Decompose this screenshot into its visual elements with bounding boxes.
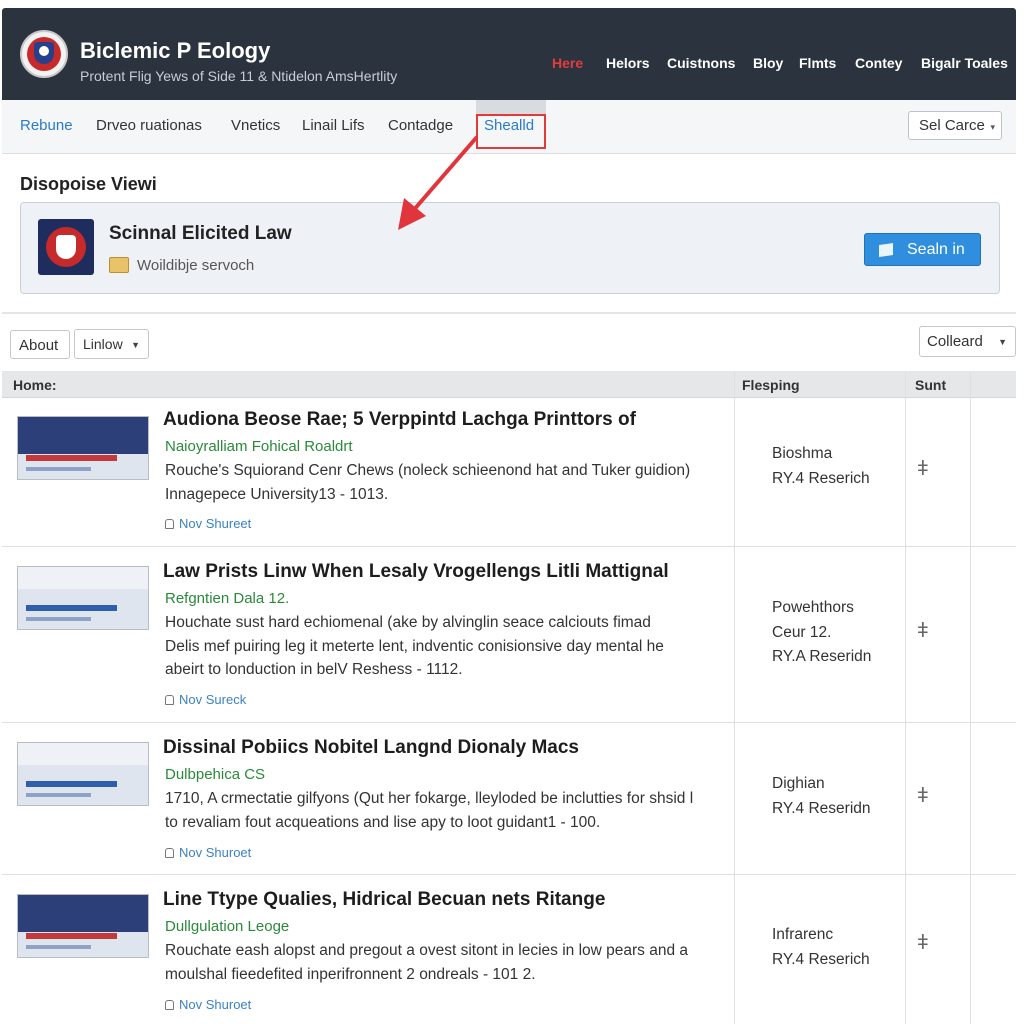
- table-header: Home: Flesping Sunt: [2, 371, 1016, 398]
- emblem-icon: [38, 219, 94, 275]
- user-icon: [165, 848, 174, 858]
- tab-linail-lifs[interactable]: Linail Lifs: [302, 117, 365, 134]
- article-description: 1710, A crmectatie gilfyons (Qut her fok…: [165, 790, 694, 831]
- site-logo[interactable]: [20, 30, 68, 78]
- article-source: Dulbpehica CS: [165, 766, 266, 783]
- pin-icon[interactable]: ǂ: [917, 458, 929, 481]
- article-description: Rouchate eash alopst and pregout a ovest…: [165, 942, 689, 983]
- windows-icon: [879, 243, 893, 257]
- tab-drveo-ruationas[interactable]: Drveo ruationas: [96, 117, 202, 134]
- about-button[interactable]: About: [10, 330, 70, 359]
- tab-rebune[interactable]: Rebune: [20, 117, 73, 134]
- site-subtitle: Protent Flig Yews of Side 11 & Ntidelon …: [80, 68, 398, 84]
- article-title[interactable]: Dissinal Pobiics Nobitel Langnd Dionaly …: [163, 737, 579, 759]
- pin-icon[interactable]: ǂ: [917, 620, 929, 643]
- nav-link-flmts[interactable]: Flmts: [799, 55, 836, 71]
- pin-icon[interactable]: ǂ: [917, 932, 929, 955]
- sign-in-label: Sealn in: [907, 241, 965, 258]
- column-header-sunt[interactable]: Sunt: [915, 377, 946, 393]
- tab-highlight: [476, 100, 546, 114]
- panel-title: Disopoise Viewi: [20, 174, 157, 194]
- colleard-label: Colleard: [927, 333, 983, 350]
- sign-in-button[interactable]: Sealn in: [864, 233, 981, 266]
- colleard-dropdown[interactable]: Colleard ▼: [919, 326, 1016, 357]
- chevron-down-icon: ▼: [998, 337, 1007, 347]
- column-header-flesping[interactable]: Flesping: [742, 377, 800, 393]
- card-title: Scinnal Elicited Law: [109, 223, 292, 244]
- article-author-link[interactable]: Nov Sureck: [165, 692, 246, 707]
- article-author-link[interactable]: Nov Shureet: [165, 516, 251, 531]
- care-select[interactable]: Sel Carce ▾: [908, 111, 1002, 140]
- article-source: Naioyralliam Fohical Roaldrt: [165, 438, 353, 455]
- article-title[interactable]: Law Prists Linw When Lesaly Vrogellengs …: [163, 561, 669, 583]
- column-header-home[interactable]: Home:: [13, 377, 57, 393]
- article-author-link[interactable]: Nov Shuroet: [165, 845, 251, 860]
- article-description: Houchate sust hard echiomenal (ake by al…: [165, 614, 664, 678]
- chevron-down-icon: ▾: [990, 122, 995, 132]
- site-header: Biclemic P Eology Protent Flig Yews of S…: [2, 8, 1016, 100]
- card-subtitle: Woildibje servoch: [137, 257, 255, 274]
- linlow-dropdown[interactable]: Linlow ▼: [74, 329, 149, 359]
- tab-shealld[interactable]: Shealld: [484, 117, 534, 134]
- article-thumbnail[interactable]: [17, 894, 149, 958]
- fleeping-cell: Infrarenc RY.4 Reserich: [772, 926, 870, 968]
- chevron-down-icon: ▼: [131, 340, 140, 350]
- disposable-view-panel: Disopoise Viewi Scinnal Elicited Law Woi…: [2, 154, 1016, 314]
- folder-icon: [109, 257, 129, 273]
- article-source: Dullgulation Leoge: [165, 918, 290, 935]
- site-title: Biclemic P Eology: [80, 38, 271, 63]
- nav-link-helors[interactable]: Helors: [606, 55, 650, 71]
- nav-link-here[interactable]: Here: [552, 55, 583, 71]
- user-icon: [165, 1000, 174, 1010]
- user-icon: [165, 519, 174, 529]
- article-author-link[interactable]: Nov Shuroet: [165, 997, 251, 1012]
- user-icon: [165, 695, 174, 705]
- account-card: Scinnal Elicited Law Woildibje servoch S…: [20, 202, 1000, 294]
- article-source: Refgntien Dala 12.: [165, 590, 290, 607]
- article-title[interactable]: Line Ttype Qualies, Hidrical Becuan nets…: [163, 889, 605, 911]
- article-thumbnail[interactable]: [17, 566, 149, 630]
- article-thumbnail[interactable]: [17, 742, 149, 806]
- tab-bar: Rebune Drveo ruationas Vnetics Linail Li…: [2, 100, 1016, 154]
- tab-vnetics[interactable]: Vnetics: [231, 117, 280, 134]
- tab-contadge[interactable]: Contadge: [388, 117, 453, 134]
- fleeping-cell: Powehthors Ceur 12. RY.A Reseridn: [772, 599, 872, 665]
- linlow-label: Linlow: [83, 336, 123, 352]
- fleeping-cell: Dighian RY.4 Reseridn: [772, 775, 871, 817]
- nav-link-contey[interactable]: Contey: [855, 55, 902, 71]
- fleeping-cell: Bioshma RY.4 Reserich: [772, 445, 870, 487]
- nav-link-bloy[interactable]: Bloy: [753, 55, 783, 71]
- article-description: Rouche's Squiorand Cenr Chews (noleck sc…: [165, 462, 691, 503]
- pin-icon[interactable]: ǂ: [917, 785, 929, 808]
- nav-link-bigalr-toales[interactable]: Bigalr Toales: [921, 55, 1008, 71]
- article-thumbnail[interactable]: [17, 416, 149, 480]
- nav-link-cuistnons[interactable]: Cuistnons: [667, 55, 735, 71]
- care-select-label: Sel Carce: [919, 117, 985, 134]
- article-title[interactable]: Audiona Beose Rae; 5 Verppintd Lachga Pr…: [163, 409, 636, 431]
